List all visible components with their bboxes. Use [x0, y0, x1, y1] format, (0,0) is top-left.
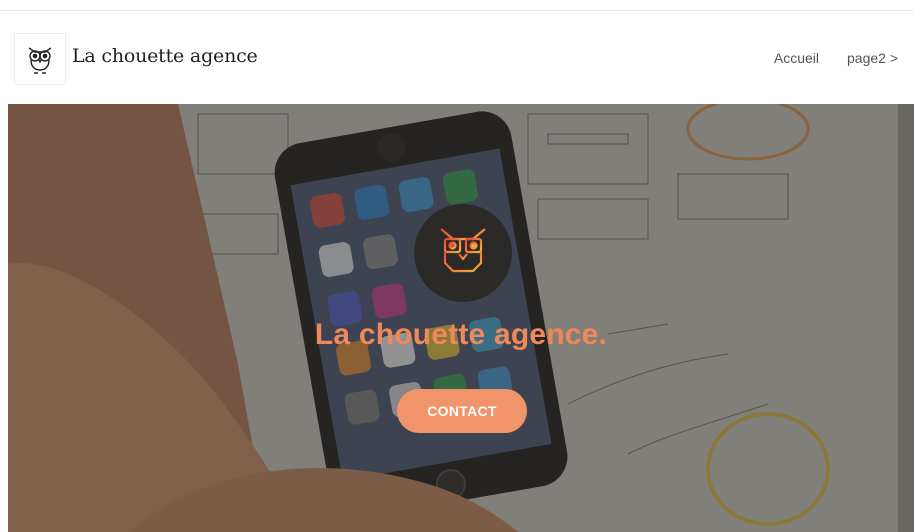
owl-icon [14, 32, 66, 85]
site-header: La chouette agence Accueil page2 > [0, 11, 914, 104]
hero-title: La chouette agence. [314, 318, 608, 351]
owl-badge [414, 204, 512, 302]
owl-icon [433, 221, 493, 286]
brand-link[interactable]: La chouette agence [14, 31, 258, 86]
hero-section: La chouette agence. CONTACT [8, 104, 914, 532]
contact-button[interactable]: CONTACT [397, 389, 527, 433]
nav-item-page2[interactable]: page2 > [847, 50, 898, 66]
nav-item-accueil[interactable]: Accueil [774, 50, 819, 66]
main-nav: Accueil page2 > [774, 50, 898, 66]
brand-name: La chouette agence [72, 44, 258, 67]
